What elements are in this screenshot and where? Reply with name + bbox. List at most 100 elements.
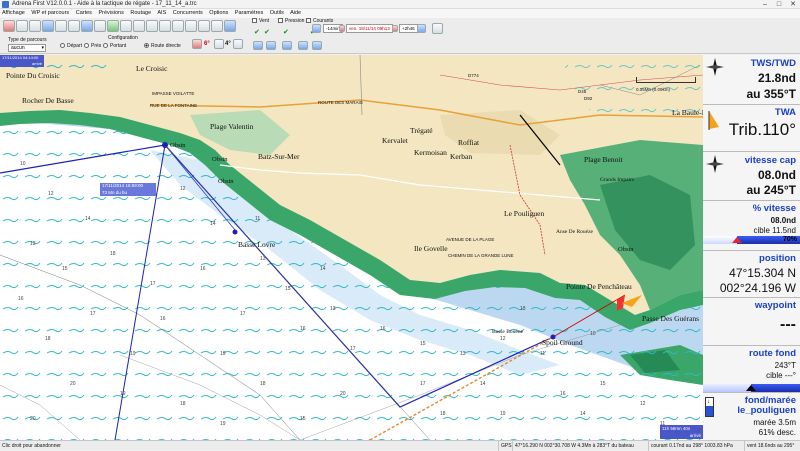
app-logo-icon [2, 1, 9, 8]
place-anse-de-roueze: Anse De Rouéze [556, 229, 594, 235]
route-icon[interactable] [68, 20, 80, 32]
menu-outils[interactable]: Outils [270, 10, 284, 16]
app-window: Adrena First V12.0.0.1 - Aide à la tacti… [0, 0, 800, 451]
type-parcours-select[interactable]: aucun [8, 44, 46, 52]
check-pression[interactable]: Pression [278, 18, 304, 25]
pressure-layer-icon[interactable] [282, 41, 292, 50]
place-le-pouliguen: Le Pouliguen [504, 209, 544, 218]
menu-parametres[interactable]: Paramètres [235, 10, 263, 16]
place-pointe-du-croisic: Pointe Du Croisic [6, 71, 60, 80]
lifebuoy-icon[interactable] [3, 20, 15, 32]
settings-icon[interactable] [211, 20, 223, 32]
minimize-button[interactable]: – [758, 0, 772, 9]
svg-text:11: 11 [255, 216, 260, 222]
compass-icon[interactable] [29, 20, 41, 32]
nautical-chart[interactable]: 10 12 14 13 15 16 17 18 19 20 12 14 16 1… [0, 55, 703, 440]
twa-title: TWA [774, 107, 796, 118]
search-icon[interactable] [432, 23, 443, 34]
time-back-icon[interactable] [312, 24, 321, 33]
track-icon[interactable] [42, 20, 54, 32]
svg-text:16: 16 [160, 316, 166, 322]
toolbar: Type de parcours aucun Configuration Dép… [0, 18, 800, 54]
radio-portant[interactable]: Portant [103, 43, 126, 50]
place-basse-lovre: Basse Lovre [238, 240, 276, 249]
panel-tws-twd[interactable]: TWS/TWD 21.8nd au 355°T [703, 55, 800, 105]
chart-canvas[interactable]: 10 12 14 13 15 16 17 18 19 20 12 14 16 1… [0, 55, 703, 440]
svg-text:13: 13 [260, 256, 266, 262]
panel-twa[interactable]: TWA Trib.110° [703, 105, 800, 152]
time-field[interactable]: ven. 18/11/14 09h13 [346, 24, 393, 33]
waypoint-icon[interactable] [55, 20, 67, 32]
menu-aide[interactable]: Aide [290, 10, 301, 16]
gps-icon[interactable] [172, 20, 184, 32]
current-layer-icon[interactable] [298, 41, 308, 50]
svg-text:Obstn: Obstn [618, 246, 634, 253]
target-icon[interactable] [198, 20, 210, 32]
weather-icon[interactable] [224, 20, 236, 32]
radio-depart[interactable]: Départ [60, 43, 82, 50]
clock-icon[interactable] [185, 20, 197, 32]
time-step-forward[interactable]: +2h46 [399, 24, 418, 33]
check-mark-icon[interactable]: ✔ [264, 29, 270, 36]
panel-vitesse-cap[interactable]: vitesse cap 08.0nd au 245°T [703, 152, 800, 201]
maximize-button[interactable]: □ [772, 0, 786, 9]
svg-text:D774: D774 [468, 73, 479, 78]
fond-maree-port: le_pouliguen [737, 405, 796, 416]
polar-icon[interactable] [107, 20, 119, 32]
close-button[interactable]: ✕ [786, 0, 800, 9]
place-rocher-de-basse: Rocher De Basse [22, 96, 74, 105]
svg-text:10: 10 [20, 161, 26, 167]
time-forward-icon[interactable] [417, 24, 426, 33]
menu-previsions[interactable]: Prévisions [98, 10, 123, 16]
panel-fond-maree[interactable]: ↓ fond/marée le_pouliguen marée 3.5m 61%… [703, 393, 800, 440]
radio-route-directe[interactable]: Route directe [144, 43, 181, 50]
menu-concurrents[interactable]: Concurrents [173, 10, 203, 16]
svg-text:13: 13 [520, 306, 526, 312]
place-plage-valentin: Plage Valentin [210, 122, 254, 131]
grid-icon[interactable] [233, 39, 243, 49]
menu-cartes[interactable]: Cartes [76, 10, 92, 16]
zoom-in-icon[interactable] [133, 20, 145, 32]
check-mark-icon[interactable]: ✔ [254, 29, 260, 36]
svg-text:20: 20 [30, 416, 36, 422]
boat-icon[interactable] [16, 20, 28, 32]
layers-icon[interactable] [81, 20, 93, 32]
svg-text:14: 14 [85, 216, 91, 222]
menu-affichage[interactable]: Affichage [2, 10, 25, 16]
ruler-icon[interactable] [94, 20, 106, 32]
wind-grid-icon[interactable] [266, 41, 276, 50]
layline-icon[interactable] [214, 39, 224, 49]
svg-text:15: 15 [300, 416, 306, 422]
panel-pct-vitesse[interactable]: % vitesse 08.0nd cible 11.5nd 70% [703, 201, 800, 251]
type-parcours-value: aucun [11, 45, 25, 51]
chart-icon[interactable] [120, 20, 132, 32]
boat-arrival-tag[interactable]: 17/11/2014 04:14:00 arrivé [0, 55, 44, 67]
check-vent[interactable]: Vent [252, 18, 269, 25]
panel-waypoint[interactable]: waypoint --- [703, 298, 800, 346]
scale-label: 0.05Mn (0.09km) [636, 87, 671, 92]
check-mark-icon[interactable]: ✔ [283, 29, 289, 36]
menu-options[interactable]: Options [209, 10, 228, 16]
time-next-icon[interactable] [392, 25, 398, 32]
current-grid-icon[interactable] [312, 41, 322, 50]
svg-text:20: 20 [70, 381, 76, 387]
time-prev-icon[interactable] [339, 25, 345, 32]
center-icon[interactable] [159, 20, 171, 32]
zoom-out-icon[interactable] [146, 20, 158, 32]
svg-text:17: 17 [150, 281, 156, 287]
place-kerban: Kerban [450, 152, 472, 161]
radio-pres[interactable]: Près [84, 43, 101, 50]
tws-twd-title: TWS/TWD [750, 58, 796, 69]
menu-routage[interactable]: Routage [130, 10, 151, 16]
place-le-croisic: Le Croisic [136, 64, 168, 73]
menu-wp-parcours[interactable]: WP et parcours [31, 10, 69, 16]
angle-a: 6° [204, 41, 210, 47]
wind-layer-icon[interactable] [253, 41, 263, 50]
panel-route-fond[interactable]: route fond 243°T cible ---° [703, 346, 800, 393]
svg-text:14: 14 [210, 221, 216, 227]
start-line-icon[interactable] [192, 39, 202, 49]
panel-position[interactable]: position 47°15.304 N 002°24.196 W [703, 251, 800, 298]
menu-ais[interactable]: AIS [157, 10, 166, 16]
place-kervalet: Kervalet [382, 136, 409, 145]
svg-text:D92: D92 [584, 96, 593, 101]
